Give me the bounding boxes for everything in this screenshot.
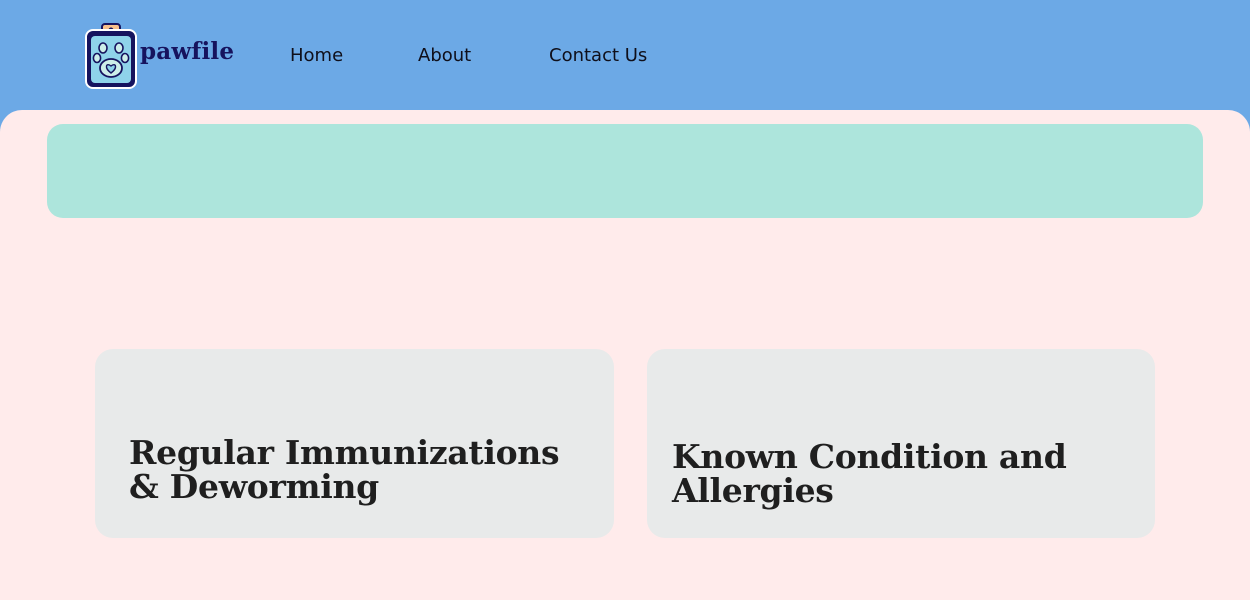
- main-content: Regular Immunizations & Deworming Known …: [0, 110, 1250, 600]
- hero-banner: [47, 124, 1203, 218]
- logo-link[interactable]: pawfile: [84, 22, 234, 90]
- conditions-card-title: Known Condition and Allergies: [672, 437, 1067, 510]
- clipboard-paw-icon: [85, 23, 137, 89]
- nav-home-link[interactable]: Home: [290, 45, 343, 66]
- immunizations-card-title: Regular Immunizations & Deworming: [129, 433, 560, 506]
- conditions-card[interactable]: Known Condition and Allergies: [647, 349, 1155, 538]
- immunizations-card[interactable]: Regular Immunizations & Deworming: [95, 349, 614, 538]
- site-header: pawfile Home About Contact Us: [0, 0, 1250, 112]
- brand-name: pawfile: [140, 38, 235, 65]
- nav-about-link[interactable]: About: [418, 45, 471, 66]
- nav-contact-link[interactable]: Contact Us: [549, 45, 647, 66]
